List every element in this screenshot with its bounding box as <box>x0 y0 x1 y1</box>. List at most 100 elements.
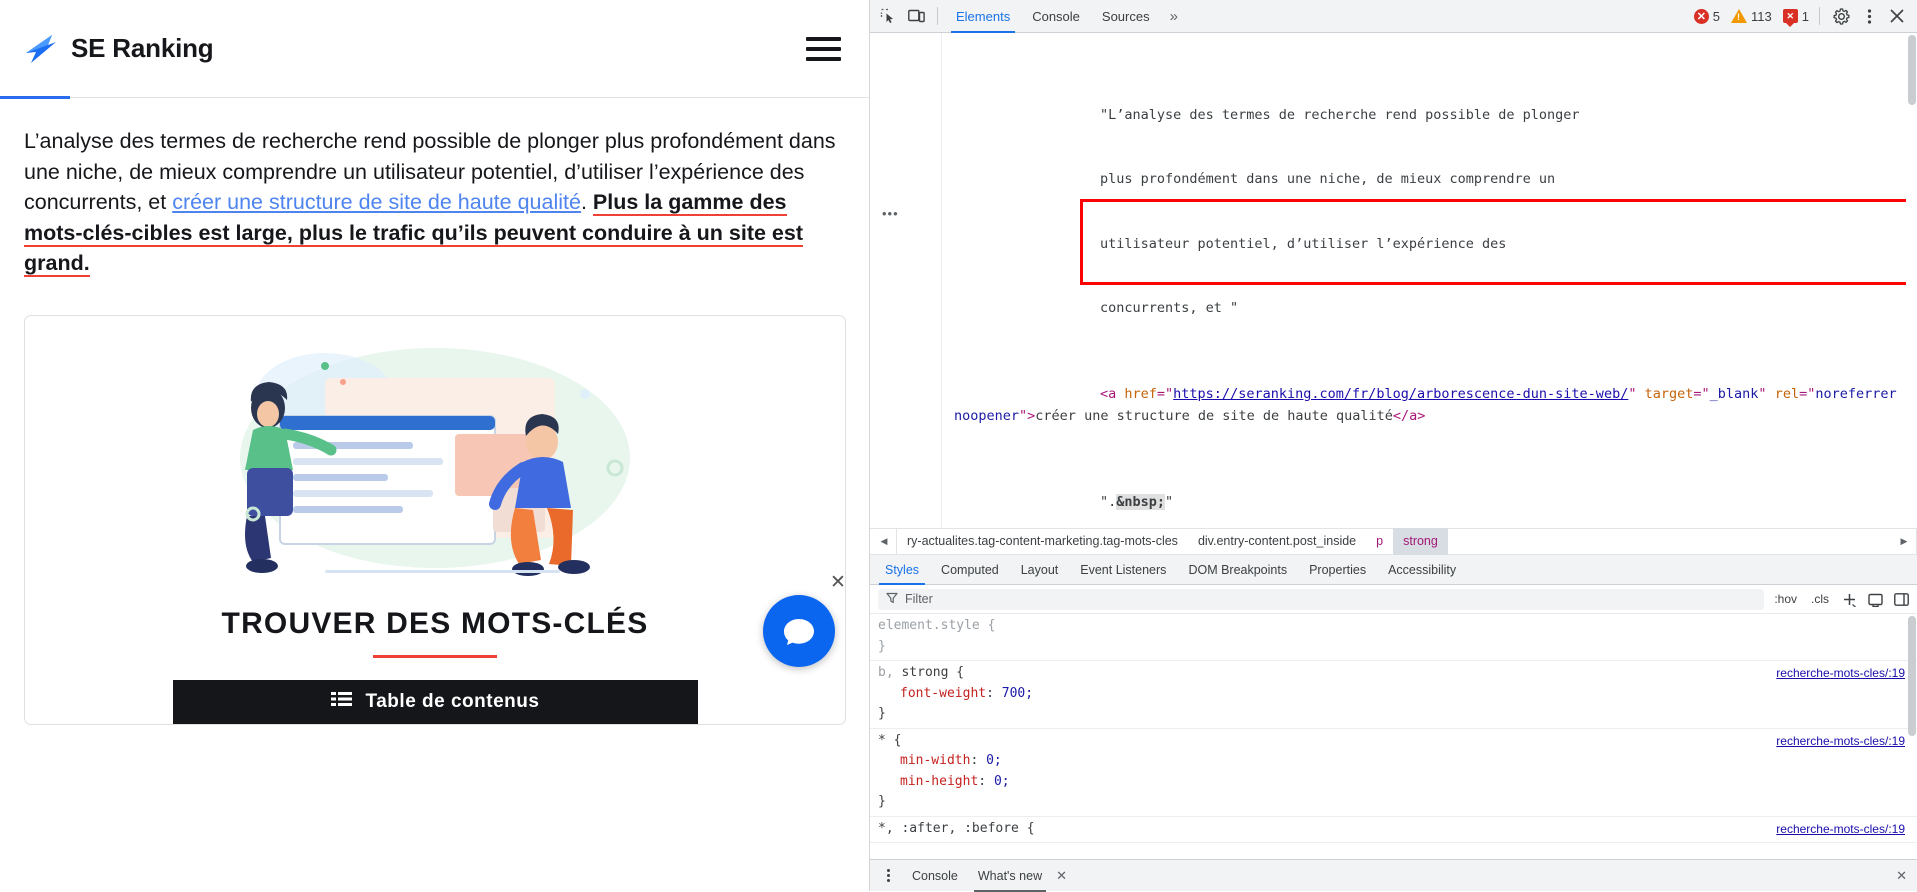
tab-properties[interactable]: Properties <box>1298 555 1377 585</box>
css-rule-b-strong[interactable]: recherche-mots-cles/:19 b, strong { font… <box>870 661 1917 729</box>
css-declaration[interactable]: min-height: 0; <box>878 772 1917 793</box>
devtools-tab-list: Elements Console Sources » <box>945 0 1187 33</box>
css-property-value[interactable]: 0; <box>994 774 1010 789</box>
hov-toggle-button[interactable]: :hov <box>1770 592 1801 606</box>
dom-line-anchor[interactable]: <a href="https://seranking.com/fr/blog/a… <box>942 384 1917 427</box>
dom-line-nbsp[interactable]: ".&nbsp;" <box>942 492 1917 514</box>
issue-count-badge[interactable]: ✕ 1 <box>1780 9 1812 27</box>
css-property-value[interactable]: 0; <box>986 753 1002 768</box>
inspect-element-icon[interactable] <box>874 3 902 29</box>
tab-dom-breakpoints[interactable]: DOM Breakpoints <box>1177 555 1298 585</box>
cls-toggle-button[interactable]: .cls <box>1807 592 1833 606</box>
article-body: L’analyse des termes de recherche rend p… <box>0 98 869 725</box>
dom-line-text[interactable]: utilisateur potentiel, d’utiliser l’expé… <box>942 234 1917 256</box>
drawer-tab-whats-new[interactable]: What's new <box>968 860 1052 892</box>
tab-console[interactable]: Console <box>1021 0 1091 33</box>
warning-count-badge[interactable]: 113 <box>1728 9 1775 24</box>
css-rules-list[interactable]: element.style { } recherche-mots-cles/:1… <box>870 614 1917 859</box>
tab-elements[interactable]: Elements <box>945 0 1021 33</box>
chat-bubble-icon[interactable] <box>763 595 835 667</box>
tab-sources[interactable]: Sources <box>1091 0 1161 33</box>
plus-icon[interactable] <box>1839 589 1859 609</box>
dom-tree-content[interactable]: "L’analyse des termes de recherche rend … <box>942 33 1917 528</box>
site-brand[interactable]: SE Ranking <box>22 30 214 68</box>
styles-filter-input[interactable]: Filter <box>878 588 1765 610</box>
dom-text-1: plus profondément dans une niche, de mie… <box>1100 171 1556 187</box>
css-selector[interactable]: element.style <box>878 618 980 633</box>
device-icon[interactable] <box>1865 589 1885 609</box>
warning-count: 113 <box>1751 8 1772 24</box>
toggle-sidebar-icon[interactable] <box>1891 589 1911 609</box>
drawer-close-icon[interactable]: ✕ <box>1892 868 1911 884</box>
tab-styles[interactable]: Styles <box>874 555 930 585</box>
css-property-name[interactable]: min-height <box>878 772 978 793</box>
table-of-contents-label: Table de contenus <box>365 690 540 712</box>
article-figure-card: TROUVER DES MOTS-CLÉS Table de contenus <box>24 314 846 725</box>
tab-event-listeners[interactable]: Event Listeners <box>1069 555 1177 585</box>
dom-scrollbar-thumb[interactable] <box>1908 35 1916 105</box>
close-devtools-icon[interactable] <box>1883 3 1911 29</box>
breadcrumb-item-div[interactable]: div.entry-content.post_inside <box>1188 528 1366 555</box>
css-source-link[interactable]: recherche-mots-cles/:19 <box>1776 731 1905 752</box>
devtools-toolbar: Elements Console Sources » ✕ 5 113 ✕ 1 <box>870 0 1917 33</box>
breadcrumb-item-body[interactable]: ry-actualites.tag-content-marketing.tag-… <box>897 528 1188 555</box>
anchor-close-tag: </a> <box>1392 407 1426 424</box>
css-selector[interactable]: *, :after, :before <box>878 821 1019 836</box>
tab-accessibility[interactable]: Accessibility <box>1377 555 1467 585</box>
css-rule-element-style[interactable]: element.style { } <box>870 614 1917 661</box>
site-brand-name: SE Ranking <box>71 33 214 63</box>
breadcrumb-item-p[interactable]: p <box>1366 528 1393 555</box>
dom-line-text[interactable]: plus profondément dans une niche, de mie… <box>942 169 1917 191</box>
tab-computed[interactable]: Computed <box>930 555 1010 585</box>
css-rule-close: } <box>878 794 886 809</box>
error-count-badge[interactable]: ✕ 5 <box>1691 8 1723 24</box>
css-property-value[interactable]: 700; <box>1002 686 1033 701</box>
styles-tab-list: Styles Computed Layout Event Listeners D… <box>870 555 1917 585</box>
figure-title: TROUVER DES MOTS-CLÉS <box>221 606 649 640</box>
inline-link-structure-de-site[interactable]: créer une structure de site de haute qua… <box>172 190 581 214</box>
css-property-name[interactable]: min-width <box>878 751 970 772</box>
error-icon: ✕ <box>1693 8 1709 24</box>
nbsp-entity: &nbsp; <box>1116 493 1166 510</box>
drawer-tab-close-icon[interactable]: ✕ <box>1052 868 1071 884</box>
se-ranking-logo-icon <box>22 30 60 68</box>
toolbar-divider <box>937 7 938 25</box>
hamburger-menu-icon[interactable] <box>806 36 841 61</box>
dom-gutter: ••• <box>870 33 942 528</box>
css-declaration[interactable]: min-width: 0; <box>878 751 1917 772</box>
dom-line-text[interactable]: "L’analyse des termes de recherche rend … <box>942 105 1917 127</box>
anchor-rel-attr: rel <box>1774 386 1800 402</box>
css-source-link[interactable]: recherche-mots-cles/:19 <box>1776 819 1905 840</box>
breadcrumb-item-strong[interactable]: strong <box>1393 528 1448 555</box>
styles-filter-row: Filter :hov .cls <box>870 585 1917 614</box>
drawer-tab-console[interactable]: Console <box>902 860 968 892</box>
styles-pane: Styles Computed Layout Event Listeners D… <box>870 555 1917 859</box>
dom-tree-panel[interactable]: ••• "L’analyse des termes de recherche r… <box>870 33 1917 528</box>
more-vertical-icon[interactable] <box>874 863 902 889</box>
dom-text-3: concurrents, et " <box>1100 300 1239 316</box>
chevron-right-icon[interactable]: ▶ <box>1892 528 1917 555</box>
more-vertical-icon[interactable] <box>1855 3 1883 29</box>
chat-close-icon[interactable]: ✕ <box>830 573 846 592</box>
css-scrollbar-thumb[interactable] <box>1908 616 1916 736</box>
dom-scrollbar[interactable] <box>1906 33 1917 528</box>
table-of-contents-button[interactable]: Table de contenus <box>172 679 698 724</box>
css-rule-universal[interactable]: recherche-mots-cles/:19 * { min-width: 0… <box>870 729 1917 817</box>
css-scrollbar[interactable] <box>1906 614 1917 859</box>
gear-icon[interactable] <box>1827 3 1855 29</box>
css-source-link[interactable]: recherche-mots-cles/:19 <box>1776 663 1905 684</box>
dom-line-text[interactable]: concurrents, et " <box>942 298 1917 320</box>
css-selector[interactable]: * <box>878 733 886 748</box>
more-tabs-icon[interactable]: » <box>1161 8 1187 25</box>
chevron-left-icon[interactable]: ◀ <box>872 528 897 555</box>
issue-icon: ✕ <box>1782 9 1798 27</box>
tab-layout[interactable]: Layout <box>1010 555 1070 585</box>
css-declaration[interactable]: font-weight: 700; <box>878 684 1917 705</box>
anchor-href-value[interactable]: https://seranking.com/fr/blog/arborescen… <box>1173 386 1628 402</box>
article-paragraph: L’analyse des termes de recherche rend p… <box>24 126 843 279</box>
devtools-pane: Elements Console Sources » ✕ 5 113 ✕ 1 <box>870 0 1917 892</box>
styles-filter-placeholder: Filter <box>905 592 933 606</box>
css-rule-universal-pseudo[interactable]: recherche-mots-cles/:19 *, :after, :befo… <box>870 817 1917 843</box>
device-toolbar-icon[interactable] <box>902 3 930 29</box>
css-property-name[interactable]: font-weight <box>878 684 986 705</box>
